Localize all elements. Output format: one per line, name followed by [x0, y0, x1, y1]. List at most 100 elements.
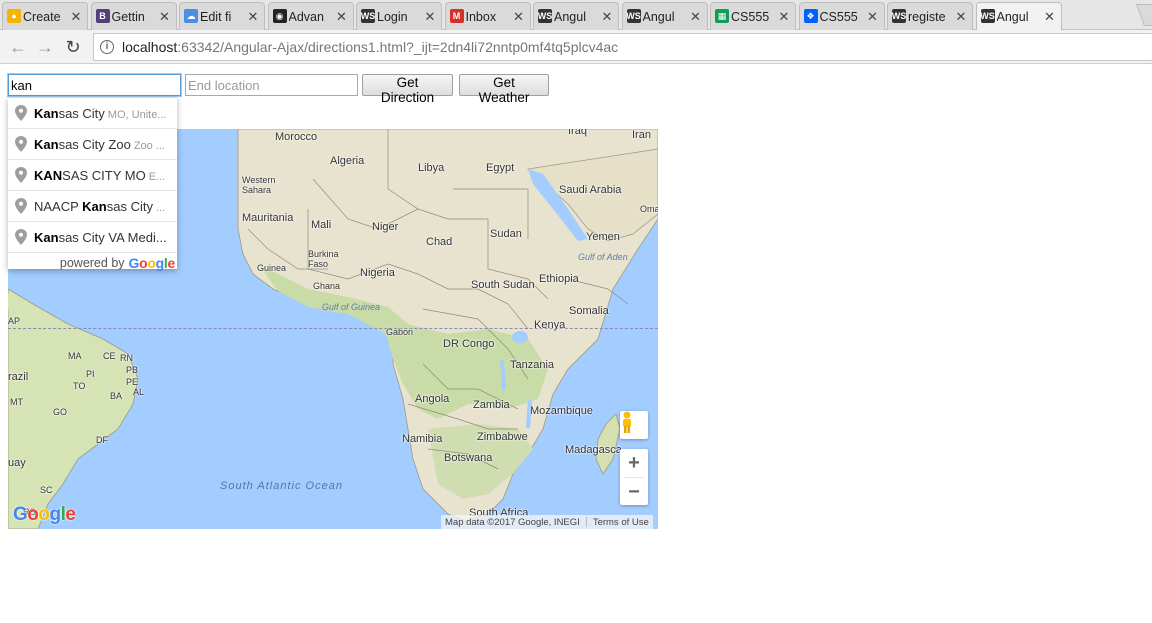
start-location-input[interactable] [7, 73, 182, 97]
street-view-pegman[interactable] [620, 411, 648, 439]
autocomplete-match: KAN [34, 167, 63, 183]
browser-tab[interactable]: M Inbox ✕ [444, 2, 531, 30]
map-label-mali: Mali [311, 219, 332, 231]
browser-tab[interactable]: WS registe ✕ [887, 2, 973, 30]
browser-toolbar: ← → ↻ i localhost:63342/Angular-Ajax/dir… [0, 30, 1152, 64]
browser-tab[interactable]: ◉ Advan ✕ [267, 2, 354, 30]
autocomplete-secondary-text: ... [155, 201, 166, 214]
map-label-morocco: Morocco [275, 131, 318, 143]
autocomplete-match: Kan [34, 229, 59, 245]
google-map-logo[interactable]: Google [13, 504, 76, 526]
zoom-out-button[interactable]: − [620, 478, 648, 506]
info-icon[interactable]: i [100, 40, 114, 54]
tab-close-icon[interactable]: ✕ [1043, 10, 1057, 24]
get-weather-button[interactable]: Get Weather [459, 74, 549, 105]
zoom-in-button[interactable]: + [620, 449, 648, 477]
location-pin-icon [15, 167, 27, 183]
terms-of-use-link[interactable]: Terms of Use [593, 517, 649, 528]
tab-title: Angul [642, 9, 675, 24]
autocomplete-item[interactable]: NAACP Kansas City... [8, 191, 177, 222]
map-label-go: GO [53, 407, 68, 417]
map-label-gulf-of-aden: Gulf of Aden [578, 252, 628, 262]
reload-button[interactable]: ↻ [61, 35, 85, 59]
map-label-ethiopia: Ethiopia [539, 273, 579, 285]
autocomplete-item[interactable]: Kansas City MO, Unite... [8, 98, 177, 129]
map-label-nigeria: Nigeria [360, 267, 395, 279]
tab-title: Create [23, 9, 61, 24]
map-label-mauritania: Mauritania [242, 212, 294, 224]
plus-icon: + [628, 451, 640, 474]
map-label-saudi-arabia: Saudi Arabia [559, 184, 622, 196]
autocomplete-main-text: sas City [58, 105, 105, 121]
map-label-niger: Niger [372, 221, 399, 233]
map-label-al: AL [133, 387, 145, 397]
map-label-yemen: Yemen [586, 231, 620, 243]
end-location-input[interactable] [185, 74, 358, 96]
address-bar[interactable]: i localhost:63342/Angular-Ajax/direction… [93, 33, 1152, 61]
map-label-oman: Oma [640, 204, 658, 214]
browser-tab[interactable]: ☁ Edit fi ✕ [179, 2, 265, 30]
browser-tab[interactable]: WS Angul ✕ [621, 2, 708, 30]
webstorm-icon: WS [980, 9, 995, 23]
autocomplete-item-text: NAACP Kansas City... [34, 199, 165, 214]
map-label-namibia: Namibia [402, 433, 443, 445]
webstorm-icon: WS [891, 9, 907, 23]
tab-title: Angul [996, 10, 1029, 24]
tab-title: Edit fi [200, 9, 232, 24]
tab-close-icon[interactable]: ✕ [158, 9, 172, 24]
tab-close-icon[interactable]: ✕ [954, 9, 968, 24]
cloud-icon: ☁ [184, 9, 198, 23]
sheets-icon: ▦ [715, 9, 729, 23]
browser-tab[interactable]: WS Angul ✕ [975, 2, 1062, 31]
map-label-zambia: Zambia [473, 399, 510, 411]
map-label-sudan: Sudan [490, 228, 522, 240]
tab-close-icon[interactable]: ✕ [512, 9, 526, 24]
autocomplete-item[interactable]: KANSAS CITY MO E... [8, 160, 177, 191]
map-label-guinea: Guinea [257, 263, 287, 273]
autocomplete-item[interactable]: Kansas City Zoo Zoo ... [8, 129, 177, 160]
tab-close-icon[interactable]: ✕ [600, 9, 614, 24]
minus-icon: − [628, 480, 640, 503]
tab-close-icon[interactable]: ✕ [866, 9, 880, 24]
map-attribution: Map data ©2017 Google, INEGI Terms of Us… [441, 515, 653, 529]
map-label-ce: CE [103, 351, 116, 361]
map-label-botswana: Botswana [444, 452, 493, 464]
map-label-sc: SC [40, 485, 53, 495]
land-brazil [8, 288, 139, 529]
location-pin-icon [15, 136, 27, 152]
tab-close-icon[interactable]: ✕ [69, 9, 83, 24]
browser-tab[interactable]: ▦ CS555 ✕ [710, 2, 796, 30]
back-arrow-icon: ← [9, 36, 27, 57]
tab-title: registe [908, 9, 946, 24]
map-label-south-sudan: South Sudan [471, 279, 535, 291]
tab-close-icon[interactable]: ✕ [423, 9, 437, 24]
lake-victoria [512, 331, 528, 343]
tab-close-icon[interactable]: ✕ [335, 9, 349, 24]
tab-close-icon[interactable]: ✕ [689, 9, 703, 24]
map-label-gulf-of-guinea: Gulf of Guinea [322, 302, 381, 312]
map-label-madagascar: Madagasca [565, 444, 622, 456]
autocomplete-item[interactable]: Kansas City VA Medi... [8, 222, 177, 253]
browser-tab[interactable]: WS Login ✕ [356, 2, 442, 30]
new-tab-button[interactable] [1135, 4, 1152, 26]
get-direction-button[interactable]: Get Direction [362, 74, 453, 105]
lightbulb-icon: ● [7, 9, 21, 23]
browser-tab[interactable]: ❖ CS555 ✕ [798, 2, 885, 30]
map-label-df: DF [96, 435, 108, 445]
map-label-ba: BA [110, 391, 123, 401]
google-logo: Google [128, 255, 176, 271]
browser-tab[interactable]: ● Create ✕ [2, 2, 88, 30]
tab-strip: ● Create ✕ B Gettin ✕ ☁ Edit fi ✕ ◉ Advan ✕ WS Login ✕… [0, 0, 1152, 31]
map-label-western-sahara: Western Sahara [242, 175, 276, 195]
autocomplete-secondary-text: Zoo ... [133, 139, 165, 152]
back-button[interactable]: ← [6, 35, 30, 59]
map-label-pi: PI [86, 369, 95, 379]
map-label-burkina-faso: Burkina Faso [308, 249, 339, 269]
map-label-brazil: razil [8, 371, 29, 383]
browser-tab[interactable]: B Gettin ✕ [90, 2, 177, 30]
browser-tab[interactable]: WS Angul ✕ [533, 2, 619, 30]
github-icon: ◉ [272, 9, 287, 23]
tab-close-icon[interactable]: ✕ [777, 9, 791, 24]
forward-button[interactable]: → [33, 35, 57, 59]
tab-close-icon[interactable]: ✕ [246, 9, 260, 24]
